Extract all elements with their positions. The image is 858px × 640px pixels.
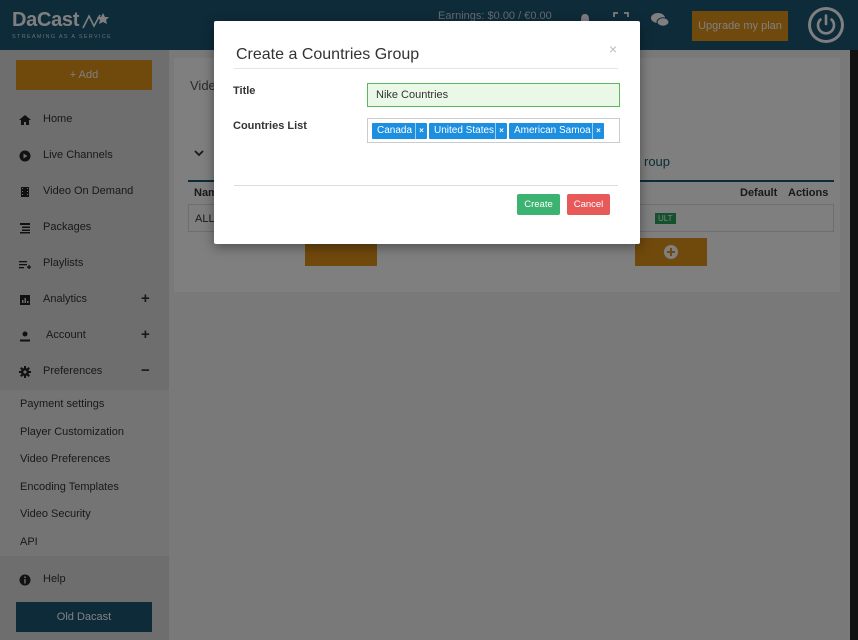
remove-tag-icon[interactable]: × xyxy=(495,123,507,139)
cancel-button[interactable]: Cancel xyxy=(567,194,610,215)
country-tag: Canada × xyxy=(372,123,427,139)
countries-list-label: Countries List xyxy=(233,120,307,132)
country-tag-label: American Samoa xyxy=(514,125,591,136)
country-tag: American Samoa × xyxy=(509,123,604,139)
remove-tag-icon[interactable]: × xyxy=(592,123,604,139)
divider xyxy=(234,68,618,69)
create-button[interactable]: Create xyxy=(517,194,560,215)
title-input[interactable] xyxy=(367,83,620,107)
remove-tag-icon[interactable]: × xyxy=(415,123,427,139)
country-tag-label: Canada xyxy=(377,125,413,136)
modal-title: Create a Countries Group xyxy=(236,46,420,63)
title-label: Title xyxy=(233,85,256,97)
country-tag: United States × xyxy=(429,123,507,139)
country-tag-label: United States xyxy=(434,125,495,136)
create-countries-group-modal: Create a Countries Group × Title Countri… xyxy=(214,21,640,244)
close-icon[interactable]: × xyxy=(609,41,617,57)
countries-tag-input[interactable]: Canada × United States × American Samoa … xyxy=(367,118,620,143)
divider xyxy=(234,185,618,186)
